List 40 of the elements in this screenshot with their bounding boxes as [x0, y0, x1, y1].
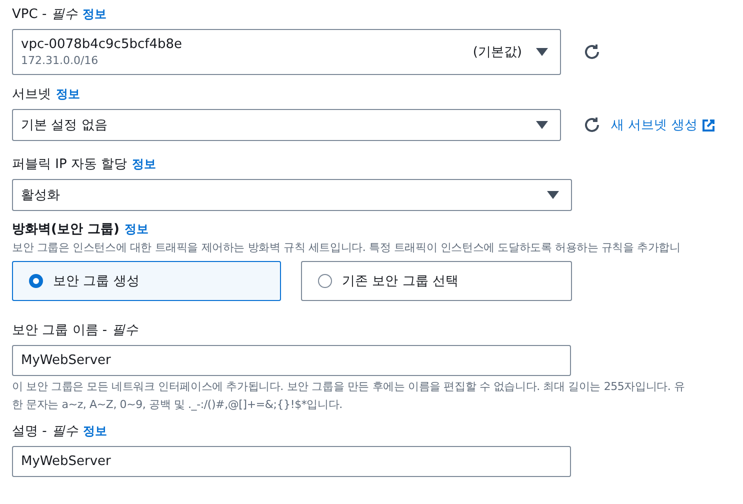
radio-label: 보안 그룹 생성	[53, 273, 140, 290]
default-tag: (기본값)	[472, 43, 522, 61]
radio-card[interactable]: 보안 그룹 생성	[12, 261, 281, 301]
select-value: 활성화	[21, 187, 60, 204]
caret-icon	[536, 121, 548, 129]
select-value: 기본 설정 없음	[21, 117, 108, 134]
group-name-input[interactable]: MyWebServer	[12, 345, 571, 376]
info-link[interactable]: 정보	[82, 6, 107, 23]
refresh-icon[interactable]	[583, 116, 601, 134]
caret-icon	[547, 191, 559, 199]
create-subnet-link[interactable]: 새 서브넷 생성	[611, 116, 716, 134]
info-link[interactable]: 정보	[82, 423, 107, 440]
info-link[interactable]: 정보	[132, 156, 156, 173]
field-label: 퍼블릭 IP 자동 할당	[12, 156, 128, 173]
radio-button[interactable]	[318, 274, 332, 288]
field-label: VPC -	[12, 7, 47, 22]
subnet-select[interactable]: 기본 설정 없음	[12, 109, 561, 141]
radio-card[interactable]: 기존 보안 그룹 선택	[301, 261, 572, 301]
description-input[interactable]: MyWebServer	[12, 446, 571, 477]
field-label: 설명 -	[12, 423, 47, 440]
required-label: 필수	[52, 6, 78, 23]
section-title: 방화벽(보안 그룹)	[12, 221, 120, 238]
cidr-text: 172.31.0.0/16	[21, 54, 100, 67]
required-label: 필수	[112, 322, 138, 339]
select-value: vpc-0078b4c9c5bcf4b8e	[21, 37, 183, 52]
radio-button[interactable]	[29, 274, 43, 288]
info-link[interactable]: 정보	[124, 221, 148, 238]
required-label: 필수	[52, 423, 78, 440]
field-label: 서브넷	[12, 86, 51, 103]
caret-icon	[536, 48, 548, 56]
help-text: 이 보안 그룹은 모든 네트워크 인터페이스에 추가됩니다. 보안 그룹을 만든 후에는 이름을 편집할 수 없습니다. 최대 길이는 255자입니다. 유	[12, 379, 686, 394]
section-description: 보안 그룹은 인스턴스에 대한 트래픽을 제어하는 방화벽 규칙 세트입니다. 특정 트래픽이 인스턴스에 도달하도록 허용하는 규칙을 추가합니	[12, 240, 682, 255]
refresh-icon[interactable]	[583, 43, 601, 61]
field-label: 보안 그룹 이름 -	[12, 322, 108, 339]
external-link-icon	[702, 118, 716, 132]
help-text: 한 문자는 a~z, A~Z, 0~9, 공백 및 ._-:/()#,@[]+=&;{}!$*입니다.	[12, 397, 344, 412]
public-ip-select[interactable]: 활성화	[12, 179, 572, 211]
radio-label: 기존 보안 그룹 선택	[342, 273, 458, 290]
info-link[interactable]: 정보	[56, 86, 80, 103]
vpc-select[interactable]: vpc-0078b4c9c5bcf4b8e 172.31.0.0/16 (기본값)	[12, 29, 561, 75]
